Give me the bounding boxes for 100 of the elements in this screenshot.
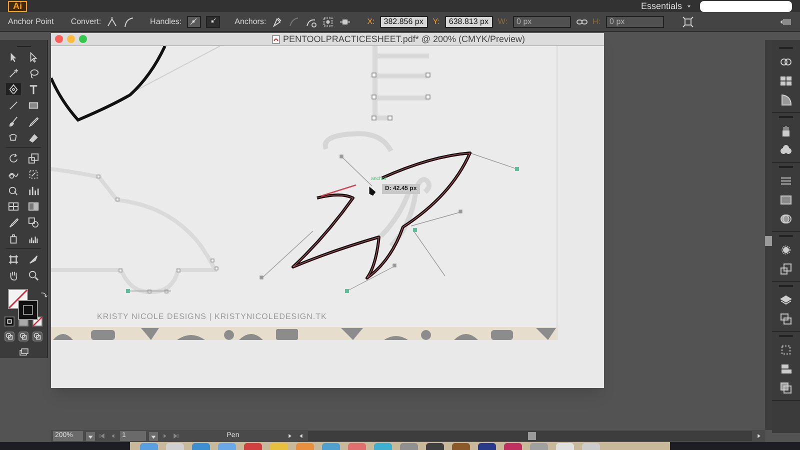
swap-arrow-icon[interactable] [40, 291, 48, 300]
hand-icon [8, 270, 19, 281]
artboards-icon[interactable] [780, 313, 792, 325]
tool-name: Anchor Point [8, 16, 54, 28]
caret-icon [686, 3, 692, 9]
convert-label: Convert: [70, 16, 102, 28]
last-artboard-icon[interactable] [172, 432, 180, 440]
convert-to-corner-icon[interactable] [106, 16, 118, 28]
anchor-point-markers-drawing [372, 72, 430, 120]
layers-icon[interactable] [780, 294, 792, 306]
dock-app-icon[interactable] [504, 443, 522, 450]
draw-behind-icon[interactable] [18, 331, 29, 342]
dropdown-caret-icon[interactable] [149, 432, 158, 440]
horizontal-scrollbar[interactable] [308, 431, 752, 441]
zoom-icon [28, 270, 39, 281]
workspace-switcher[interactable]: Essentials [640, 2, 692, 10]
selection-arrow-icon [8, 52, 19, 63]
next-artboard-icon[interactable] [161, 432, 169, 440]
shape-builder-icon [8, 184, 19, 196]
align-icon[interactable] [780, 363, 792, 375]
show-handles-button[interactable] [186, 16, 201, 28]
brushes-icon[interactable] [780, 125, 792, 137]
draw-normal-icon[interactable] [4, 331, 15, 342]
search-field[interactable] [700, 0, 792, 12]
zoom-tool-button[interactable] [26, 269, 41, 282]
pencil-icon [28, 116, 39, 127]
x-label: X: [367, 16, 375, 28]
color-mode-icon[interactable] [4, 316, 15, 328]
graphic-styles-icon[interactable] [780, 263, 792, 275]
scrollbar-thumb[interactable] [765, 236, 772, 246]
scroll-right-arrow-icon[interactable] [755, 432, 763, 440]
status-menu-arrow-icon[interactable] [286, 432, 294, 440]
handle-point [126, 289, 130, 293]
magic-wand-icon [8, 68, 19, 79]
free-transform-icon [28, 168, 39, 180]
scroll-left-arrow-icon[interactable] [297, 432, 305, 440]
pathfinder-icon[interactable] [780, 382, 792, 394]
graph-tool-button[interactable] [26, 184, 41, 196]
stroke-swatch[interactable] [18, 300, 38, 320]
width-label: W: [498, 16, 508, 28]
y-label: Y: [432, 16, 440, 28]
anchors-label: Anchors: [234, 16, 266, 28]
color-guide-icon[interactable] [780, 56, 792, 68]
gradient-panel-icon[interactable] [780, 194, 792, 206]
line-segment-icon [8, 100, 19, 111]
pen-tool-button[interactable] [6, 83, 21, 96]
pencil-tool-button[interactable] [26, 115, 41, 128]
hide-handles-button[interactable] [206, 16, 220, 28]
scale-icon [28, 152, 39, 164]
app-logo: Ai [8, 0, 27, 12]
dock-app-icon[interactable] [452, 443, 470, 450]
first-artboard-icon[interactable] [98, 432, 106, 440]
x-coordinate-field[interactable]: 382.856 px [380, 16, 428, 28]
stroke-icon[interactable] [780, 175, 792, 187]
artboard-icon [8, 254, 19, 265]
transparency-icon[interactable] [780, 213, 792, 225]
document-title: PENTOOLPRACTICESHEET.pdf* @ 200% (CMYK/Preview) [282, 34, 526, 44]
footer-text: KRISTY NICOLE DESIGNS | KRISTYNICOLEDESIGN.TK [97, 313, 327, 321]
rectangle-icon [28, 100, 39, 111]
scale-tool-button[interactable] [26, 152, 41, 164]
y-coordinate-field[interactable]: 638.813 px [444, 16, 493, 28]
handles-label: Handles: [150, 16, 182, 28]
symbol-sprayer-icon [8, 232, 19, 244]
dock-app-icon[interactable] [426, 443, 444, 450]
previous-artboard-icon[interactable] [109, 432, 117, 440]
screen-mode-icon[interactable] [16, 348, 30, 358]
paintbrush-icon [8, 116, 19, 127]
isolate-points-icon[interactable] [322, 16, 334, 28]
gradient-icon [28, 200, 39, 212]
scrollbar-thumb[interactable] [528, 432, 536, 440]
graph-icon [28, 184, 39, 196]
pdf-file-icon [272, 34, 280, 44]
symbols-icon[interactable] [780, 144, 792, 156]
lasso-icon [28, 68, 39, 79]
appearance-icon[interactable] [780, 244, 792, 256]
mesh-icon [8, 200, 19, 212]
eyedropper-icon [8, 216, 19, 228]
gradient-tool-button[interactable] [26, 200, 41, 212]
blend-tool-button[interactable] [26, 216, 41, 228]
handles-icon [189, 17, 198, 26]
shaper-icon [8, 132, 19, 143]
blend-icon [28, 216, 39, 228]
vertical-scrollbar[interactable] [765, 40, 772, 430]
pen-cursor-icon [368, 186, 376, 196]
draw-inside-icon[interactable] [32, 331, 43, 342]
height-label: H: [592, 16, 601, 28]
rotate-icon [8, 152, 19, 164]
pen-icon [8, 84, 19, 95]
transform-panel-icon[interactable] [780, 344, 792, 356]
color-icon[interactable] [780, 94, 792, 106]
dropdown-caret-icon[interactable] [86, 432, 95, 440]
dock-app-icon[interactable] [478, 443, 496, 450]
slice-icon [28, 254, 39, 265]
remove-anchor-pen-icon[interactable] [271, 16, 284, 28]
artboard-tool-button[interactable] [6, 253, 21, 266]
swatches-icon[interactable] [780, 75, 792, 87]
transform-icon[interactable] [682, 16, 694, 28]
type-icon [28, 84, 39, 95]
convert-to-smooth-icon[interactable] [123, 16, 136, 28]
mesh-tool-button[interactable] [6, 200, 21, 212]
